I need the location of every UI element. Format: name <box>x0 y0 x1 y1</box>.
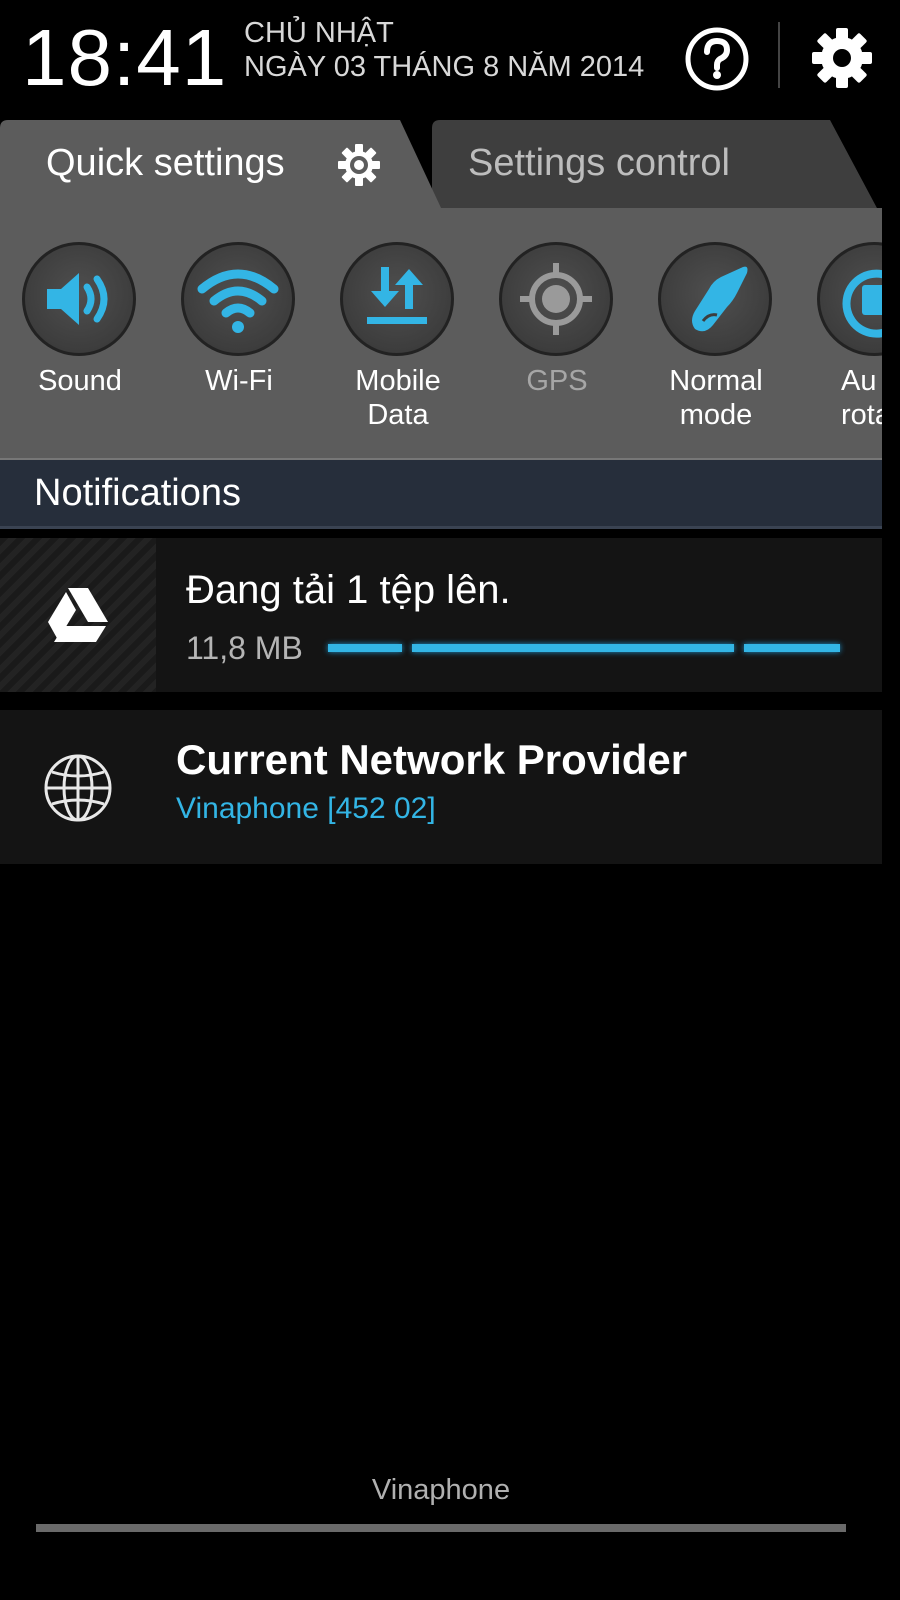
notification-upload[interactable]: Đang tải 1 tệp lên. 11,8 MB <box>0 538 882 692</box>
tab-quick-settings-label: Quick settings <box>46 142 285 184</box>
wifi-icon <box>197 269 279 333</box>
clock-time: 18:41 <box>22 13 228 102</box>
help-icon <box>685 27 749 91</box>
progress-segment <box>412 644 734 652</box>
notifications-title: Notifications <box>34 472 241 514</box>
rotate-icon <box>842 269 882 338</box>
qs-auto-rotate-label: Au rota <box>841 364 882 432</box>
notifications-header: Notifications <box>0 460 882 529</box>
qs-mobile-data-label: Mobile Data <box>318 364 478 432</box>
notification-subtitle: Vinaphone [452 02] <box>176 792 436 825</box>
upload-size: 11,8 MB <box>186 630 303 666</box>
tab-bar: Quick settings Settings control <box>0 118 882 210</box>
qs-mobile-data-label-line1: Mobile <box>355 365 441 397</box>
date-display: CHỦ NHẬT NGÀY 03 THÁNG 8 NĂM 2014 <box>244 16 644 84</box>
qs-mobile-data-label-line2: Data <box>367 399 429 431</box>
qs-auto-rotate-button[interactable] <box>817 242 882 356</box>
notification-icon-box <box>0 538 156 692</box>
qs-sound-label: Sound <box>38 365 122 397</box>
qs-gps-label: GPS <box>526 365 588 397</box>
gps-icon <box>520 263 592 335</box>
quick-settings-panel: Sound Wi-Fi Mobile Data GPS Normal mode … <box>0 208 882 460</box>
data-transfer-icon <box>367 267 427 324</box>
qs-auto-rotate-label-line2: rota <box>841 399 882 431</box>
full-date: NGÀY 03 THÁNG 8 NĂM 2014 <box>244 51 645 83</box>
qs-normal-mode-label-line2: mode <box>679 399 753 431</box>
gear-icon <box>812 28 872 88</box>
notification-network-provider[interactable]: Current Network Provider Vinaphone [452 … <box>0 710 882 864</box>
qs-normal-mode-label-line1: Normal <box>669 365 763 397</box>
qs-mobile-data-button[interactable] <box>340 242 454 356</box>
hand-icon <box>692 266 748 332</box>
gear-icon[interactable] <box>336 142 382 188</box>
qs-wifi-label: Wi-Fi <box>205 365 273 397</box>
help-button[interactable] <box>684 26 750 92</box>
drag-handle[interactable] <box>36 1524 846 1532</box>
globe-icon <box>44 754 112 822</box>
qs-wifi-button[interactable] <box>181 242 295 356</box>
notification-title: Current Network Provider <box>176 736 688 783</box>
google-drive-icon <box>48 588 108 642</box>
carrier-label: Vinaphone <box>371 1474 511 1506</box>
upload-progress-bar <box>328 644 840 652</box>
tab-settings-control-label: Settings control <box>468 142 730 184</box>
qs-normal-mode-label: Normal mode <box>636 364 796 432</box>
day-of-week: CHỦ NHẬT <box>244 17 394 49</box>
header-divider <box>778 22 780 88</box>
status-header: 18:41 CHỦ NHẬT NGÀY 03 THÁNG 8 NĂM 2014 <box>0 0 882 118</box>
progress-segment <box>744 644 840 652</box>
qs-gps-button[interactable] <box>499 242 613 356</box>
qs-auto-rotate-label-line1: Au <box>841 365 877 397</box>
settings-button[interactable] <box>808 24 876 92</box>
speaker-icon <box>47 273 108 325</box>
progress-segment <box>328 644 402 652</box>
qs-sound-button[interactable] <box>22 242 136 356</box>
qs-normal-mode-button[interactable] <box>658 242 772 356</box>
notification-title: Đang tải 1 tệp lên. <box>186 568 511 612</box>
